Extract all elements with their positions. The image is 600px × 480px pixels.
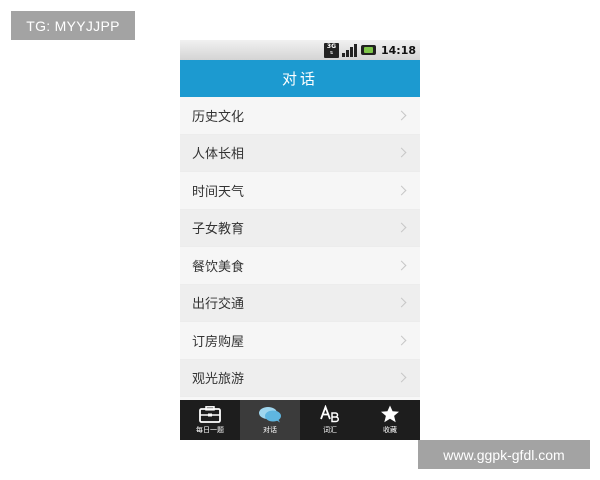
battery-icon (360, 45, 376, 55)
briefcase-icon (199, 405, 221, 423)
topic-list: 历史文化 人体长相 时间天气 子女教育 餐饮美食 出行交通 订房购屋 观光旅游 (180, 97, 420, 400)
tab-label: 对话 (263, 425, 277, 434)
chevron-right-icon (396, 222, 407, 233)
chevron-right-icon (396, 260, 407, 271)
list-item[interactable]: 订房购屋 (180, 322, 420, 360)
list-item-label: 订房购屋 (192, 334, 245, 350)
chevron-right-icon (396, 185, 407, 196)
list-item[interactable]: 人体长相 (180, 134, 420, 172)
tab-label: 词汇 (323, 426, 337, 434)
list-item-label: 子女教育 (192, 222, 245, 238)
star-icon (381, 405, 399, 423)
tab-vocabulary[interactable]: 词汇 (300, 400, 360, 440)
list-item[interactable]: 观光旅游 (180, 359, 420, 397)
list-item-label: 时间天气 (192, 184, 245, 200)
chevron-right-icon (396, 110, 407, 121)
chevron-right-icon (396, 372, 407, 383)
bottom-tab-bar: 每日一题 对话 词汇 收藏 (180, 400, 420, 440)
tab-label: 收藏 (383, 426, 397, 434)
signal-icon (341, 43, 358, 57)
tab-favorites[interactable]: 收藏 (360, 400, 420, 440)
watermark-top-left: TG: MYYJJPP (11, 11, 135, 40)
list-item-label: 观光旅游 (192, 372, 245, 388)
tab-label: 每日一题 (196, 425, 224, 434)
list-item-label: 人体长相 (192, 147, 245, 163)
list-item[interactable]: 子女教育 (180, 209, 420, 247)
list-item[interactable]: 时间天气 (180, 172, 420, 210)
tab-daily-question[interactable]: 每日一题 (180, 400, 240, 440)
list-item-label: 出行交通 (192, 297, 245, 313)
watermark-bottom-right: www.ggpk-gfdl.com (418, 440, 590, 469)
letters-ab-icon (320, 405, 339, 423)
status-time: 14:18 (380, 43, 416, 57)
phone-screen: 3G ⇅ 14:18 对话 历史文化 人体长相 时间天气 子女教育 餐饮美食 出… (180, 40, 420, 440)
list-item[interactable]: 历史文化 (180, 97, 420, 135)
list-item[interactable]: 餐饮美食 (180, 247, 420, 285)
chevron-right-icon (396, 297, 407, 308)
list-item-label: 餐饮美食 (192, 259, 245, 275)
list-item[interactable]: 出行交通 (180, 284, 420, 322)
chevron-right-icon (396, 335, 407, 346)
chat-bubbles-icon (259, 406, 281, 422)
tab-dialogue[interactable]: 对话 (240, 400, 300, 440)
page-title: 对话 (180, 60, 420, 97)
list-item-label: 历史文化 (192, 109, 245, 125)
network-3g-icon: 3G ⇅ (323, 42, 339, 58)
status-bar: 3G ⇅ 14:18 (180, 40, 420, 60)
chevron-right-icon (396, 147, 407, 158)
